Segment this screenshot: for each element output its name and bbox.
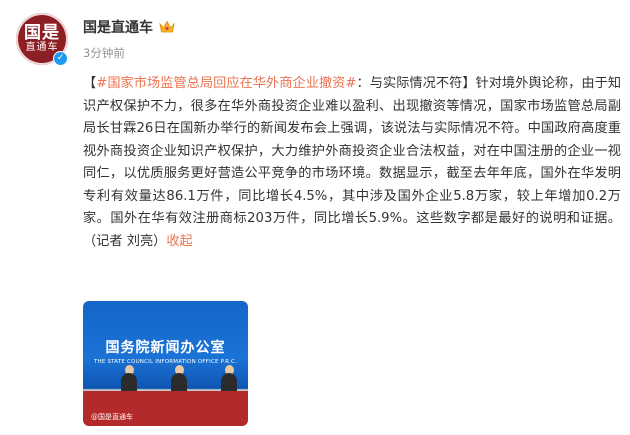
verified-icon: ✓ bbox=[53, 51, 68, 66]
post-timestamp[interactable]: 3分钟前 bbox=[83, 45, 125, 61]
sign-chinese: 国务院新闻办公室 bbox=[105, 340, 226, 356]
crown-icon bbox=[159, 20, 175, 33]
avatar-text-line2: 直通车 bbox=[25, 42, 59, 53]
press-room-sign: 国务院新闻办公室 THE STATE COUNCIL INFORMATION O… bbox=[83, 337, 248, 365]
hashtag-link[interactable]: #国家市场监管总局回应在华外商企业撤资# bbox=[96, 76, 356, 91]
image-watermark: @国是直通车 bbox=[91, 413, 133, 421]
sign-english: THE STATE COUNCIL INFORMATION OFFICE P.R… bbox=[93, 359, 238, 365]
bracket-open: 【 bbox=[83, 76, 97, 91]
post-text: 【#国家市场监管总局回应在华外商企业撤资#：与实际情况不符】针对境外舆论称，由于… bbox=[83, 73, 621, 253]
account-name[interactable]: 国是直通车 bbox=[83, 17, 153, 37]
account-name-row[interactable]: 国是直通车 bbox=[83, 17, 175, 37]
post-body: ：与实际情况不符】针对境外舆论称，由于知识产权保护不力，很多在华外商投资企业难以… bbox=[83, 76, 622, 249]
avatar-text-line1: 国是 bbox=[24, 23, 60, 43]
collapse-link[interactable]: 收起 bbox=[166, 234, 192, 249]
post-image[interactable]: 国务院新闻办公室 THE STATE COUNCIL INFORMATION O… bbox=[83, 301, 248, 426]
